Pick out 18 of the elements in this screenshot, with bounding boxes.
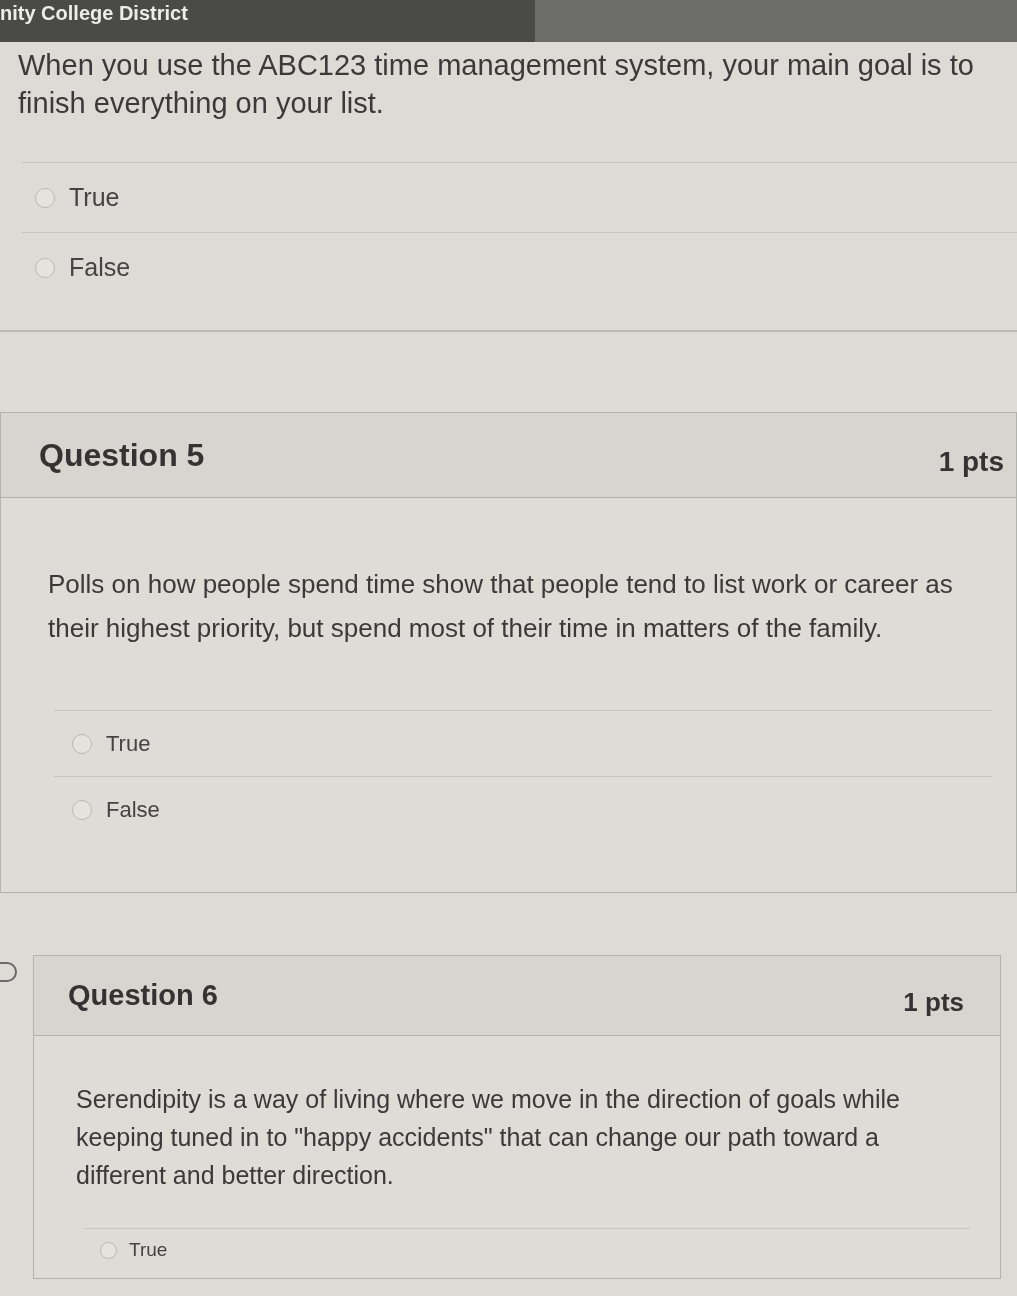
radio-button[interactable] [35,187,55,208]
radio-button[interactable] [72,799,92,820]
radio-button[interactable] [72,733,92,754]
question-points: 1 pts [938,445,1004,479]
answer-label[interactable]: True [106,727,151,760]
question-points: 1 pts [903,986,964,1019]
title-text: nity College District [0,1,188,26]
question-title: Question 5 [39,436,205,475]
radio-button[interactable] [100,1242,117,1259]
question-text: Serendipity is a way of living where we move in the direction of goals while keeping tuned in to "happy accidents" that can change our path toward a different and better direction. [76,1084,902,1191]
answer-label[interactable]: True [129,1236,168,1265]
question-text: When you use the ABC123 time management system, your main goal is to finish everything on your list. [17,48,975,121]
answer-label[interactable]: True [69,178,120,217]
answer-label[interactable]: False [69,248,131,287]
question-title: Question 6 [68,977,218,1013]
answer-label[interactable]: False [106,793,160,826]
radio-button[interactable] [35,257,55,278]
question-text: Polls on how people spend time show that people tend to list work or career as their highest priority, but spend most of their time in matters of the family. [48,568,954,645]
